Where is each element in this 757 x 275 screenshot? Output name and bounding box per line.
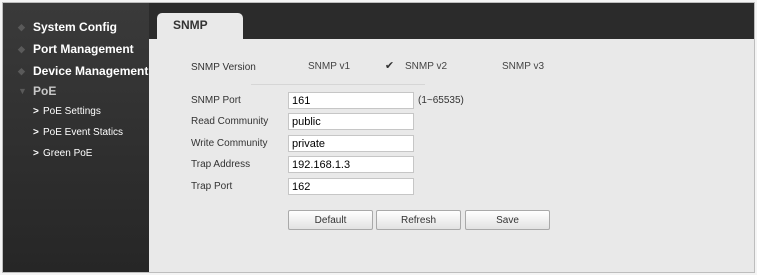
tab-snmp[interactable]: SNMP [157,13,243,41]
bullet-icon: ◆ [18,44,25,54]
bullet-icon: ◆ [18,22,25,32]
sidebar-subitem-label: PoE Settings [43,106,101,117]
checkbox-label: SNMP v1 [308,61,351,72]
checkbox-label: SNMP v3 [502,61,545,72]
default-button[interactable]: Default [288,210,373,230]
chevron-right-icon: > [33,106,39,117]
trap-address-label: Trap Address [191,159,251,170]
snmp-port-input[interactable] [288,92,414,109]
write-community-input[interactable] [288,135,414,152]
snmp-v1-checkbox[interactable]: SNMP v1 [287,61,350,72]
checkbox-checked-icon: ✔ [384,60,395,72]
save-button[interactable]: Save [465,210,550,230]
tab-bar: SNMP [149,3,754,41]
write-community-label: Write Community [191,138,268,149]
snmp-port-label: SNMP Port [191,95,241,106]
trap-address-input[interactable] [288,156,414,173]
checkbox-label: SNMP v2 [405,61,448,72]
snmp-form-panel: SNMP Version SNMP v1 ✔ SNMP v2 SNMP v3 S… [149,39,754,272]
sidebar-subitem-label: PoE Event Statics [43,127,124,138]
read-community-input[interactable] [288,113,414,130]
snmp-v2-checkbox[interactable]: ✔ SNMP v2 [384,60,448,73]
sidebar-item-label: Port Management [33,42,134,56]
checkbox-icon [287,61,298,72]
trap-port-label: Trap Port [191,181,233,192]
divider [251,84,425,85]
read-community-label: Read Community [191,116,269,127]
sidebar-item-label: System Config [33,20,118,34]
chevron-right-icon: > [33,127,39,138]
refresh-button[interactable]: Refresh [376,210,461,230]
trap-port-input[interactable] [288,178,414,195]
app-window: ◆ System Config ◆ Port Management ◆ Devi… [2,2,755,273]
chevron-right-icon: > [33,148,39,159]
snmp-version-label: SNMP Version [191,62,256,73]
sidebar-item-label: Device Management [33,64,149,78]
sidebar: ◆ System Config ◆ Port Management ◆ Devi… [3,3,149,272]
bullet-icon: ◆ [18,66,25,76]
sidebar-subitem-label: Green PoE [43,148,93,159]
checkbox-icon [481,61,492,72]
expand-icon: ▼ [18,86,27,96]
tab-label: SNMP [173,18,208,32]
snmp-v3-checkbox[interactable]: SNMP v3 [481,61,544,72]
sidebar-item-label: PoE [33,84,57,98]
snmp-port-range-hint: (1~65535) [418,95,464,106]
